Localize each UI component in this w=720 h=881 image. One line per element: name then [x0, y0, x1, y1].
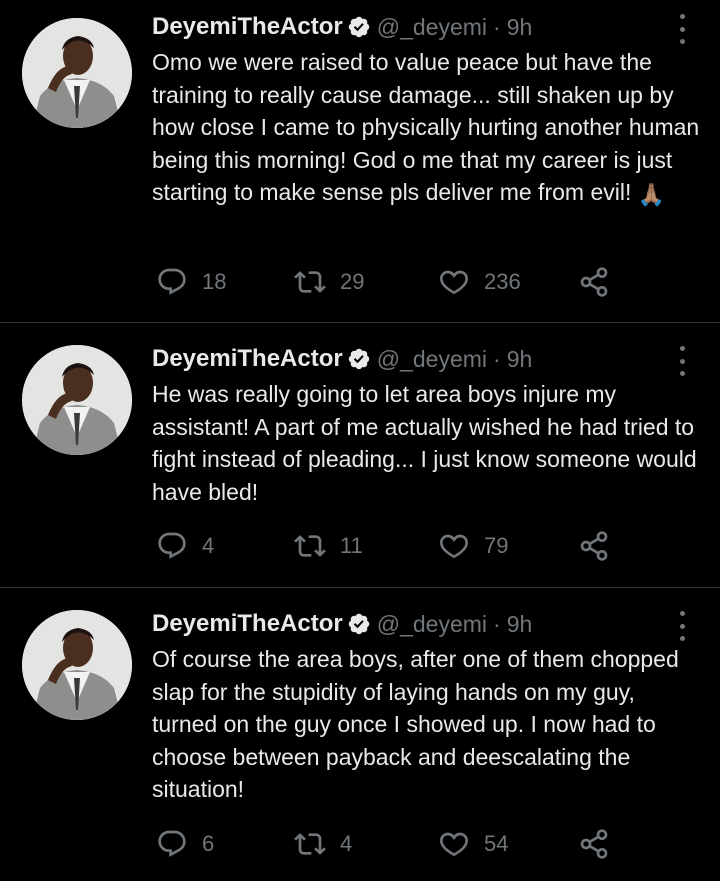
heart-icon [440, 832, 468, 857]
avatar-photo [22, 345, 132, 455]
handle[interactable]: @_deyemi [377, 346, 487, 373]
share-button[interactable] [578, 529, 610, 563]
retweet-icon [294, 833, 326, 855]
like-count: 79 [484, 533, 509, 558]
retweet-count: 29 [340, 269, 365, 294]
tweet-header: DeyemiTheActor @_deyemi · 9h [152, 607, 532, 641]
separator-dot: · [493, 13, 501, 40]
separator-dot: · [493, 345, 501, 372]
display-name[interactable]: DeyemiTheActor [152, 345, 343, 373]
timestamp[interactable]: 9h [507, 14, 533, 41]
reply-button[interactable]: 18 [156, 265, 226, 299]
tweet-text: Omo we were raised to value peace but ha… [152, 46, 702, 212]
retweet-button[interactable]: 4 [294, 827, 352, 861]
avatar[interactable] [22, 18, 132, 128]
action-bar: 6 4 54 [156, 827, 626, 861]
tweet-text-content: He was really going to let area boys inj… [152, 381, 697, 505]
timestamp[interactable]: 9h [507, 346, 533, 373]
like-button[interactable]: 79 [438, 529, 508, 563]
verified-badge-icon [347, 15, 371, 39]
action-bar: 18 29 236 [156, 265, 626, 299]
share-icon [580, 531, 608, 561]
tweet-text: He was really going to let area boys inj… [152, 378, 702, 508]
heart-icon [440, 270, 468, 295]
tweet[interactable]: DeyemiTheActor @_deyemi · 9h Of course t… [0, 588, 720, 881]
praying-hands-emoji: 🙏🏽 [637, 182, 666, 207]
retweet-button[interactable]: 29 [294, 265, 364, 299]
reply-button[interactable]: 6 [156, 827, 214, 861]
avatar-photo [22, 610, 132, 720]
tweet[interactable]: DeyemiTheActor @_deyemi · 9h Omo we were… [0, 0, 720, 322]
avatar[interactable] [22, 610, 132, 720]
avatar-photo [22, 18, 132, 128]
action-bar: 4 11 79 [156, 529, 626, 563]
timestamp[interactable]: 9h [507, 611, 533, 638]
share-button[interactable] [578, 827, 610, 861]
tweet-header: DeyemiTheActor @_deyemi · 9h [152, 342, 532, 376]
share-icon [580, 829, 608, 859]
display-name[interactable]: DeyemiTheActor [152, 13, 343, 41]
display-name[interactable]: DeyemiTheActor [152, 610, 343, 638]
reply-button[interactable]: 4 [156, 529, 214, 563]
tweet-text: Of course the area boys, after one of th… [152, 643, 702, 806]
reply-count: 18 [202, 269, 227, 294]
like-button[interactable]: 236 [438, 265, 521, 299]
verified-badge-icon [347, 347, 371, 371]
share-icon [580, 267, 608, 297]
reply-count: 6 [202, 831, 215, 856]
separator-dot: · [493, 610, 501, 637]
share-button[interactable] [578, 265, 610, 299]
more-icon[interactable] [674, 14, 690, 44]
handle[interactable]: @_deyemi [377, 611, 487, 638]
like-count: 236 [484, 269, 521, 294]
retweet-count: 11 [340, 533, 363, 558]
more-icon[interactable] [674, 611, 690, 641]
tweet-text-content: Omo we were raised to value peace but ha… [152, 49, 700, 205]
reply-icon [158, 268, 186, 295]
heart-icon [440, 534, 468, 559]
retweet-icon [294, 535, 326, 557]
tweet-header: DeyemiTheActor @_deyemi · 9h [152, 10, 532, 44]
tweet[interactable]: DeyemiTheActor @_deyemi · 9h He was real… [0, 323, 720, 587]
like-button[interactable]: 54 [438, 827, 508, 861]
reply-icon [158, 532, 186, 559]
verified-badge-icon [347, 612, 371, 636]
reply-count: 4 [202, 533, 215, 558]
avatar[interactable] [22, 345, 132, 455]
handle[interactable]: @_deyemi [377, 14, 487, 41]
more-icon[interactable] [674, 346, 690, 376]
reply-icon [158, 830, 186, 857]
tweet-text-content: Of course the area boys, after one of th… [152, 646, 679, 802]
retweet-icon [294, 271, 326, 293]
like-count: 54 [484, 831, 509, 856]
retweet-button[interactable]: 11 [294, 529, 363, 563]
retweet-count: 4 [340, 831, 353, 856]
